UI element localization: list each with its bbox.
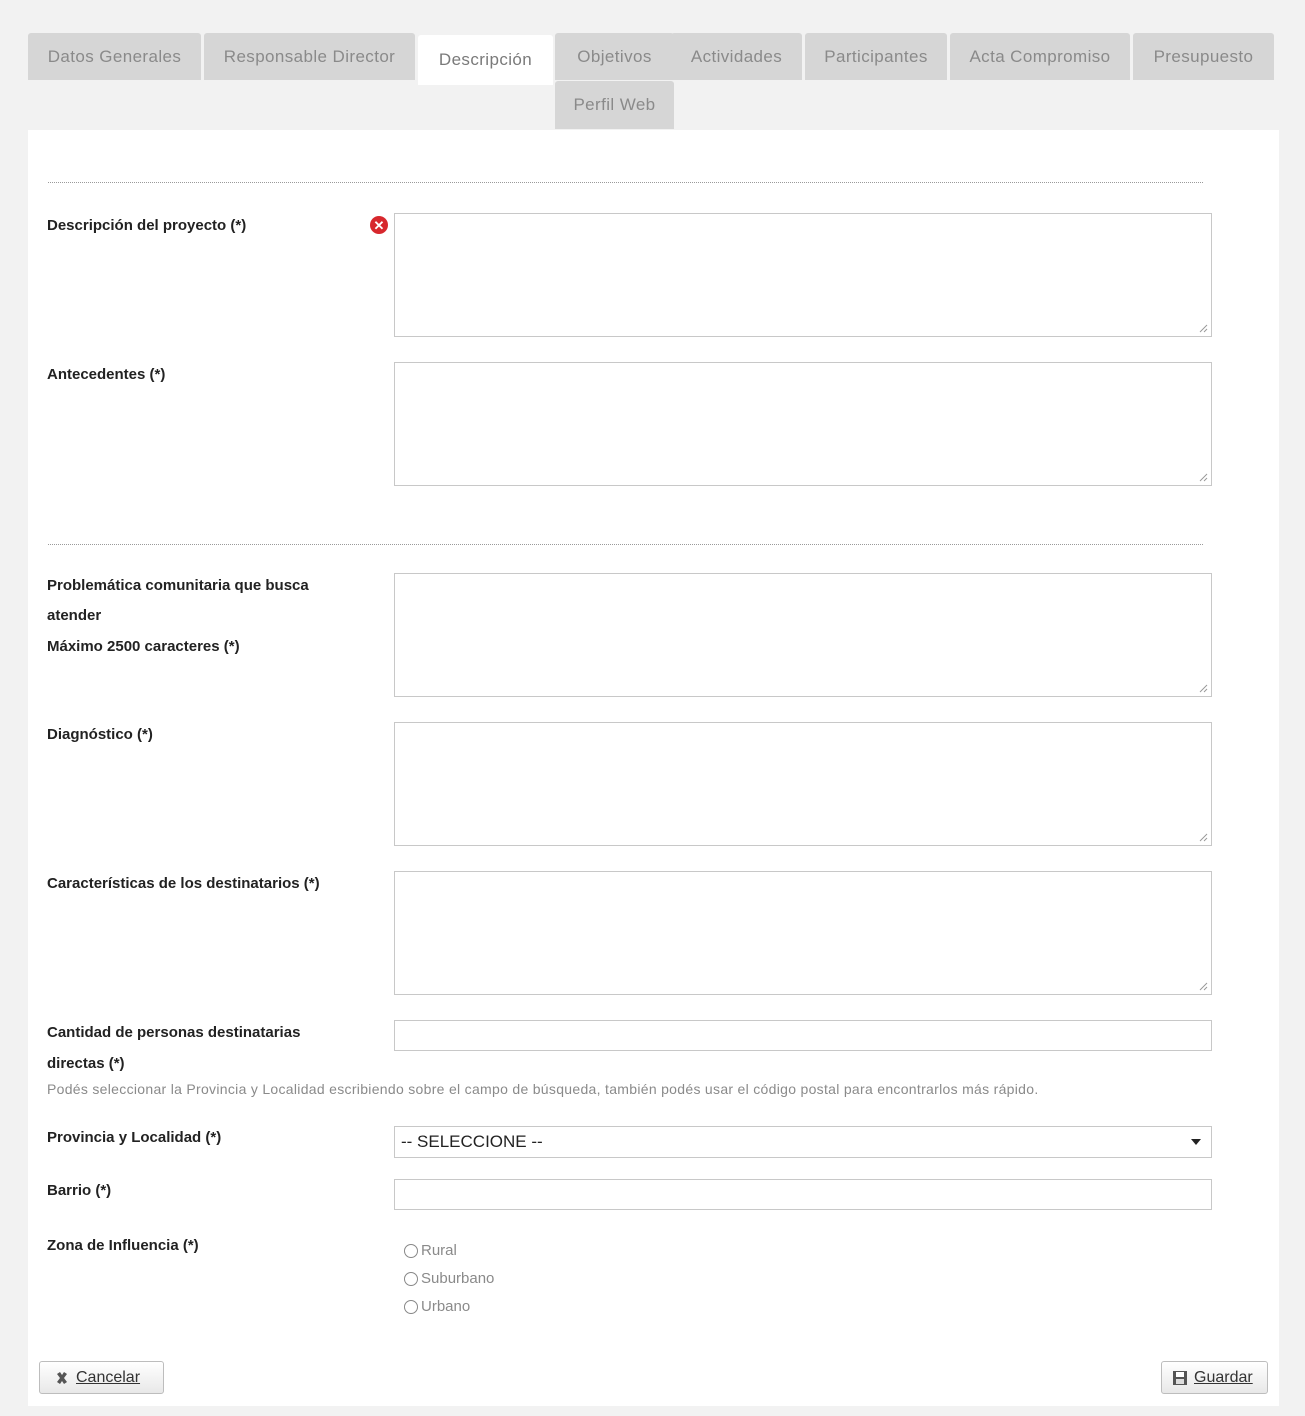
save-button-label: Guardar [1194,1368,1253,1386]
tab-presupuesto[interactable]: Presupuesto [1133,33,1274,80]
resize-grip-icon[interactable] [1198,323,1208,333]
zona-radio-rural[interactable]: Rural [404,1242,457,1259]
radio-label: Suburbano [421,1270,495,1287]
problematica-textarea[interactable] [394,573,1212,697]
chevron-down-icon [1191,1139,1201,1145]
antecedentes-label: Antecedentes (*) [47,366,166,383]
caracteristicas-label: Características de los destinatarios (*) [47,875,320,892]
save-button[interactable]: Guardar [1161,1361,1268,1394]
tab-datos-generales[interactable]: Datos Generales [28,33,201,80]
tab-objetivos[interactable]: Objetivos [555,33,674,80]
radio-button[interactable] [404,1243,418,1258]
problematica-label-line3: Máximo 2500 caracteres (*) [47,638,240,655]
tab-descripcion[interactable]: Descripción [418,35,553,85]
cantidad-label-line1: Cantidad de personas destinatarias [47,1024,301,1041]
provincia-selected-value: -- SELECCIONE -- [401,1132,543,1151]
diagnostico-label: Diagnóstico (*) [47,726,153,743]
tab-responsable-director[interactable]: Responsable Director [204,33,415,80]
form-panel: Descripción del proyecto (*) ✕ Anteceden… [28,130,1279,1406]
radio-label: Rural [421,1242,457,1259]
diagnostico-textarea[interactable] [394,722,1212,846]
problematica-label-line1: Problemática comunitaria que busca [47,577,309,594]
zona-label: Zona de Influencia (*) [47,1237,199,1254]
cantidad-input[interactable] [394,1020,1212,1051]
zona-radio-suburbano[interactable]: Suburbano [404,1270,494,1287]
section-divider [48,182,1203,183]
tab-actividades[interactable]: Actividades [671,33,802,80]
tab-perfil-web[interactable]: Perfil Web [555,81,674,129]
resize-grip-icon[interactable] [1198,981,1208,991]
radio-button[interactable] [404,1299,418,1314]
resize-grip-icon[interactable] [1198,832,1208,842]
tab-acta-compromiso[interactable]: Acta Compromiso [950,33,1130,80]
resize-grip-icon[interactable] [1198,683,1208,693]
radio-button[interactable] [404,1271,418,1286]
antecedentes-textarea[interactable] [394,362,1212,486]
radio-label: Urbano [421,1298,471,1315]
provincia-label: Provincia y Localidad (*) [47,1129,222,1146]
error-icon: ✕ [370,216,388,234]
descripcion-textarea[interactable] [394,213,1212,337]
resize-grip-icon[interactable] [1198,472,1208,482]
problematica-label-line2: atender [47,607,102,624]
zona-radio-urbano[interactable]: Urbano [404,1298,470,1315]
location-hint: Podés seleccionar la Provincia y Localid… [47,1081,1039,1097]
cantidad-label-line2: directas (*) [47,1055,125,1072]
tab-participantes[interactable]: Participantes [805,33,947,80]
provincia-select[interactable]: -- SELECCIONE -- [394,1126,1212,1158]
barrio-label: Barrio (*) [47,1182,112,1199]
floppy-disk-icon [1172,1370,1188,1386]
close-icon [54,1370,70,1386]
barrio-input[interactable] [394,1179,1212,1210]
cancel-button-label: Cancelar [76,1368,141,1386]
cancel-button[interactable]: Cancelar [39,1361,164,1394]
descripcion-label: Descripción del proyecto (*) [47,217,247,234]
section-divider [48,544,1203,545]
caracteristicas-textarea[interactable] [394,871,1212,995]
